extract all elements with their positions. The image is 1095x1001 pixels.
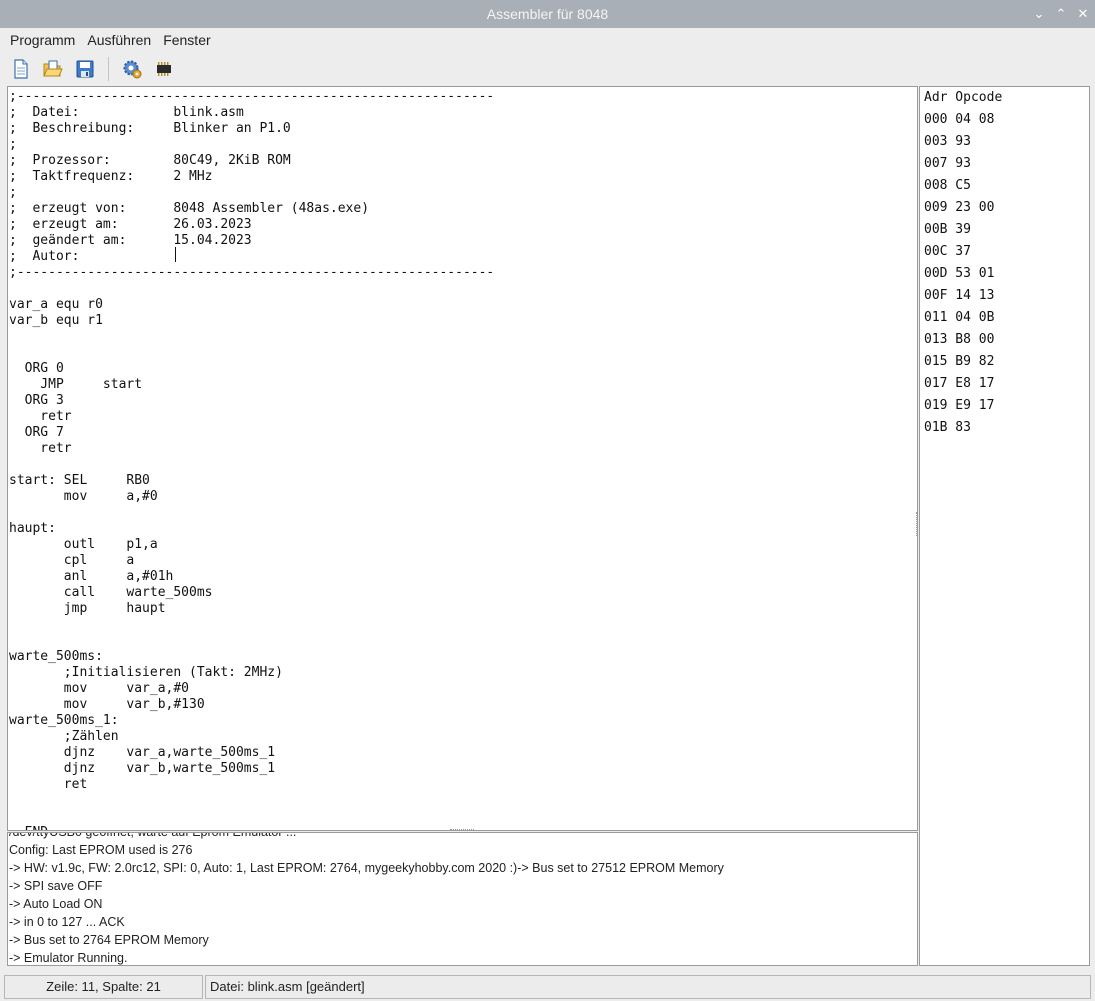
eprom-emulator-button[interactable]	[153, 58, 175, 80]
menu-programm[interactable]: Programm	[4, 32, 81, 48]
log-line: Config: Last EPROM used is 276	[9, 843, 193, 857]
assemble-gear-icon	[123, 60, 142, 79]
menu-ausfuehren[interactable]: Ausführen	[81, 32, 157, 48]
close-icon[interactable]: ✕	[1077, 0, 1089, 28]
opcode-row: 000 04 08	[924, 112, 995, 127]
opcode-row: 00D 53 01	[924, 266, 995, 281]
opcode-row: 007 93	[924, 156, 971, 171]
save-icon	[76, 60, 94, 78]
statusbar: Zeile: 11, Spalte: 21 Datei: blink.asm […	[0, 972, 1095, 1001]
window-controls: ⌄ ⌃ ✕	[1033, 0, 1089, 28]
opcode-row: 009 23 00	[924, 200, 995, 215]
source-editor[interactable]: ;---------------------------------------…	[7, 86, 918, 831]
source-code[interactable]: ;---------------------------------------…	[8, 87, 917, 830]
emulator-log[interactable]: /dev/ttyUSB0 geöffnet, warte auf Eprom E…	[7, 832, 918, 966]
assemble-button[interactable]	[121, 58, 143, 80]
opcode-row: 003 93	[924, 134, 971, 149]
chip-icon	[157, 62, 171, 76]
toolbar	[0, 54, 1095, 84]
open-file-button[interactable]	[42, 58, 64, 80]
log-line: -> Bus set to 2764 EPROM Memory	[9, 933, 209, 947]
opcode-row: 015 B9 82	[924, 354, 995, 369]
opcode-row: 00B 39	[924, 222, 971, 237]
log-line: -> in 0 to 127 ... ACK	[9, 915, 125, 929]
menu-fenster[interactable]: Fenster	[157, 32, 216, 48]
maximize-icon[interactable]: ⌃	[1055, 0, 1067, 28]
new-file-icon	[14, 59, 28, 79]
log-line: -> SPI save OFF	[9, 879, 103, 893]
opcode-row: 008 C5	[924, 178, 971, 193]
opcode-list-header: Adr Opcode	[924, 90, 1003, 105]
open-folder-icon	[43, 60, 63, 77]
opcode-row: 019 E9 17	[924, 398, 995, 413]
cursor-position: Zeile: 11, Spalte: 21	[4, 974, 203, 999]
log-line: /dev/ttyUSB0 geöffnet, warte auf Eprom E…	[9, 832, 297, 839]
new-file-button[interactable]	[10, 58, 32, 80]
log-line: -> Auto Load ON	[9, 897, 103, 911]
opcode-list: Adr Opcode 000 04 08 003 93 007 93 008 C…	[919, 86, 1090, 966]
opcode-row: 01B 83	[924, 420, 971, 435]
opcode-row: 00C 37	[924, 244, 971, 259]
text-cursor	[175, 247, 176, 262]
window-titlebar: Assembler für 8048 ⌄ ⌃ ✕	[0, 0, 1095, 28]
save-button[interactable]	[74, 58, 96, 80]
log-line: -> Emulator Running.	[9, 951, 128, 965]
opcode-row: 013 B8 00	[924, 332, 995, 347]
minimize-icon[interactable]: ⌄	[1033, 0, 1045, 28]
log-line: -> HW: v1.9c, FW: 2.0rc12, SPI: 0, Auto:…	[9, 861, 724, 875]
file-status: Datei: blink.asm [geändert]	[205, 974, 1091, 999]
opcode-row: 017 E8 17	[924, 376, 995, 391]
toolbar-separator	[108, 57, 109, 81]
menubar: Programm Ausführen Fenster	[0, 28, 1095, 52]
window-title: Assembler für 8048	[486, 6, 609, 22]
opcode-row: 00F 14 13	[924, 288, 995, 303]
opcode-row: 011 04 0B	[924, 310, 995, 325]
